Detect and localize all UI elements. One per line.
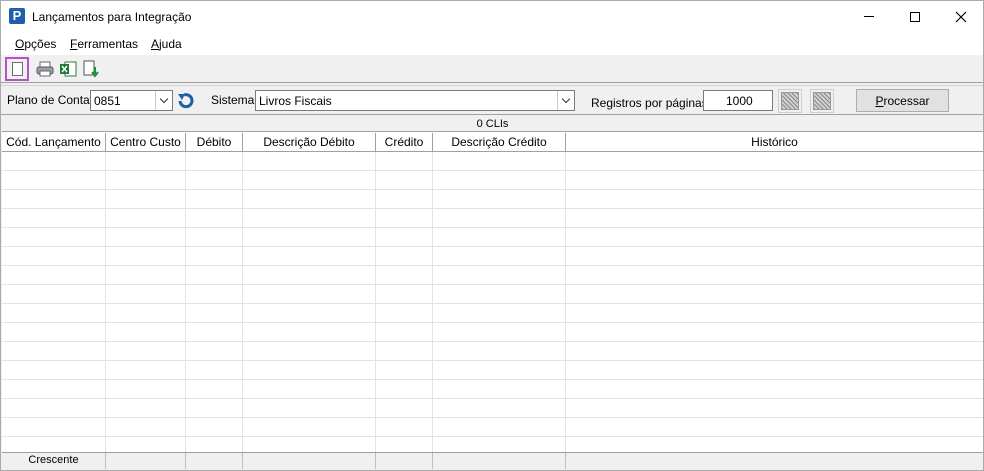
table-row[interactable] [2,266,983,285]
app-window: P Lançamentos para Integração Opções Fer… [0,0,984,471]
grid-header: Cód. Lançamento Centro Custo Débito Desc… [2,133,983,152]
plano-label: Plano de Contas [7,93,96,107]
processar-button[interactable]: Processar [856,89,949,112]
minimize-icon [864,16,874,17]
window-title: Lançamentos para Integração [32,10,192,24]
table-row[interactable] [2,228,983,247]
table-row[interactable] [2,247,983,266]
pagination-prev-button[interactable] [778,89,802,113]
footer-cell [433,453,566,469]
toolbar [1,55,983,83]
data-grid[interactable]: 0 CLIs Cód. Lançamento Centro Custo Débi… [2,116,983,469]
maximize-icon [910,11,920,22]
table-row[interactable] [2,304,983,323]
table-row[interactable] [2,209,983,228]
table-row[interactable] [2,285,983,304]
footer-cell [106,453,186,469]
table-row[interactable] [2,418,983,437]
col-descricao-debito[interactable]: Descrição Débito [243,133,376,152]
pattern-icon [781,92,799,110]
menu-ajuda[interactable]: Ajuda [151,37,182,51]
grid-footer: Crescente [2,452,983,469]
grid-divider [105,152,106,452]
grid-divider [432,152,433,452]
footer-cell [566,453,983,469]
sistema-label: Sistema [211,93,255,107]
print-icon [36,61,54,77]
import-icon [83,60,99,78]
table-row[interactable] [2,380,983,399]
grid-rows [2,152,983,452]
footer-cell [186,453,243,469]
close-icon [955,11,967,22]
registros-value: 1000 [726,94,753,108]
chevron-down-icon [561,94,571,104]
menu-ferramentas[interactable]: Ferramentas [70,37,138,51]
import-button[interactable] [79,57,103,81]
registros-input[interactable]: 1000 [703,90,773,111]
plano-combo[interactable]: 0851 [90,90,173,111]
sistema-combo[interactable]: Livros Fiscais [255,90,575,111]
grid-divider [375,152,376,452]
new-document-button[interactable] [5,57,29,81]
sistema-value: Livros Fiscais [259,94,332,108]
menu-bar: Opções Ferramentas Ajuda [1,32,983,55]
excel-export-button[interactable] [56,57,80,81]
chevron-down-icon [159,94,169,104]
footer-cell [243,453,376,469]
pagination-next-button[interactable] [810,89,834,113]
record-count: 0 CLIs [2,116,983,132]
grid-divider [565,152,566,452]
pattern-icon [813,92,831,110]
col-cod-lancamento[interactable]: Cód. Lançamento [2,133,106,152]
grid-divider [242,152,243,452]
minimize-button[interactable] [846,1,892,32]
table-row[interactable] [2,171,983,190]
undo-icon [178,93,194,109]
maximize-button[interactable] [892,1,938,32]
sistema-dropdown-arrow[interactable] [557,91,574,110]
app-icon: P [9,8,25,24]
grid-divider [185,152,186,452]
col-centro-custo[interactable]: Centro Custo [106,133,186,152]
close-button[interactable] [938,1,984,32]
new-document-icon [11,62,23,76]
footer-sort-order: Crescente [2,453,106,469]
col-credito[interactable]: Crédito [376,133,433,152]
table-row[interactable] [2,190,983,209]
table-row[interactable] [2,361,983,380]
col-debito[interactable]: Débito [186,133,243,152]
menu-opcoes[interactable]: Opções [15,37,56,51]
table-row[interactable] [2,399,983,418]
plano-dropdown-arrow[interactable] [155,91,172,110]
table-row[interactable] [2,323,983,342]
col-historico[interactable]: Histórico [566,133,983,152]
table-row[interactable] [2,342,983,361]
title-bar: P Lançamentos para Integração [1,1,983,32]
refresh-button[interactable] [176,91,196,111]
filter-bar: Plano de Contas 0851 Sistema Livros Fisc… [1,85,983,115]
print-button[interactable] [33,57,57,81]
processar-label: Processar [875,93,930,108]
col-descricao-credito[interactable]: Descrição Crédito [433,133,566,152]
excel-export-icon [60,61,77,77]
footer-cell [376,453,433,469]
table-row[interactable] [2,152,983,171]
registros-label: Registros por páginas: [591,96,712,110]
plano-value: 0851 [94,94,121,108]
